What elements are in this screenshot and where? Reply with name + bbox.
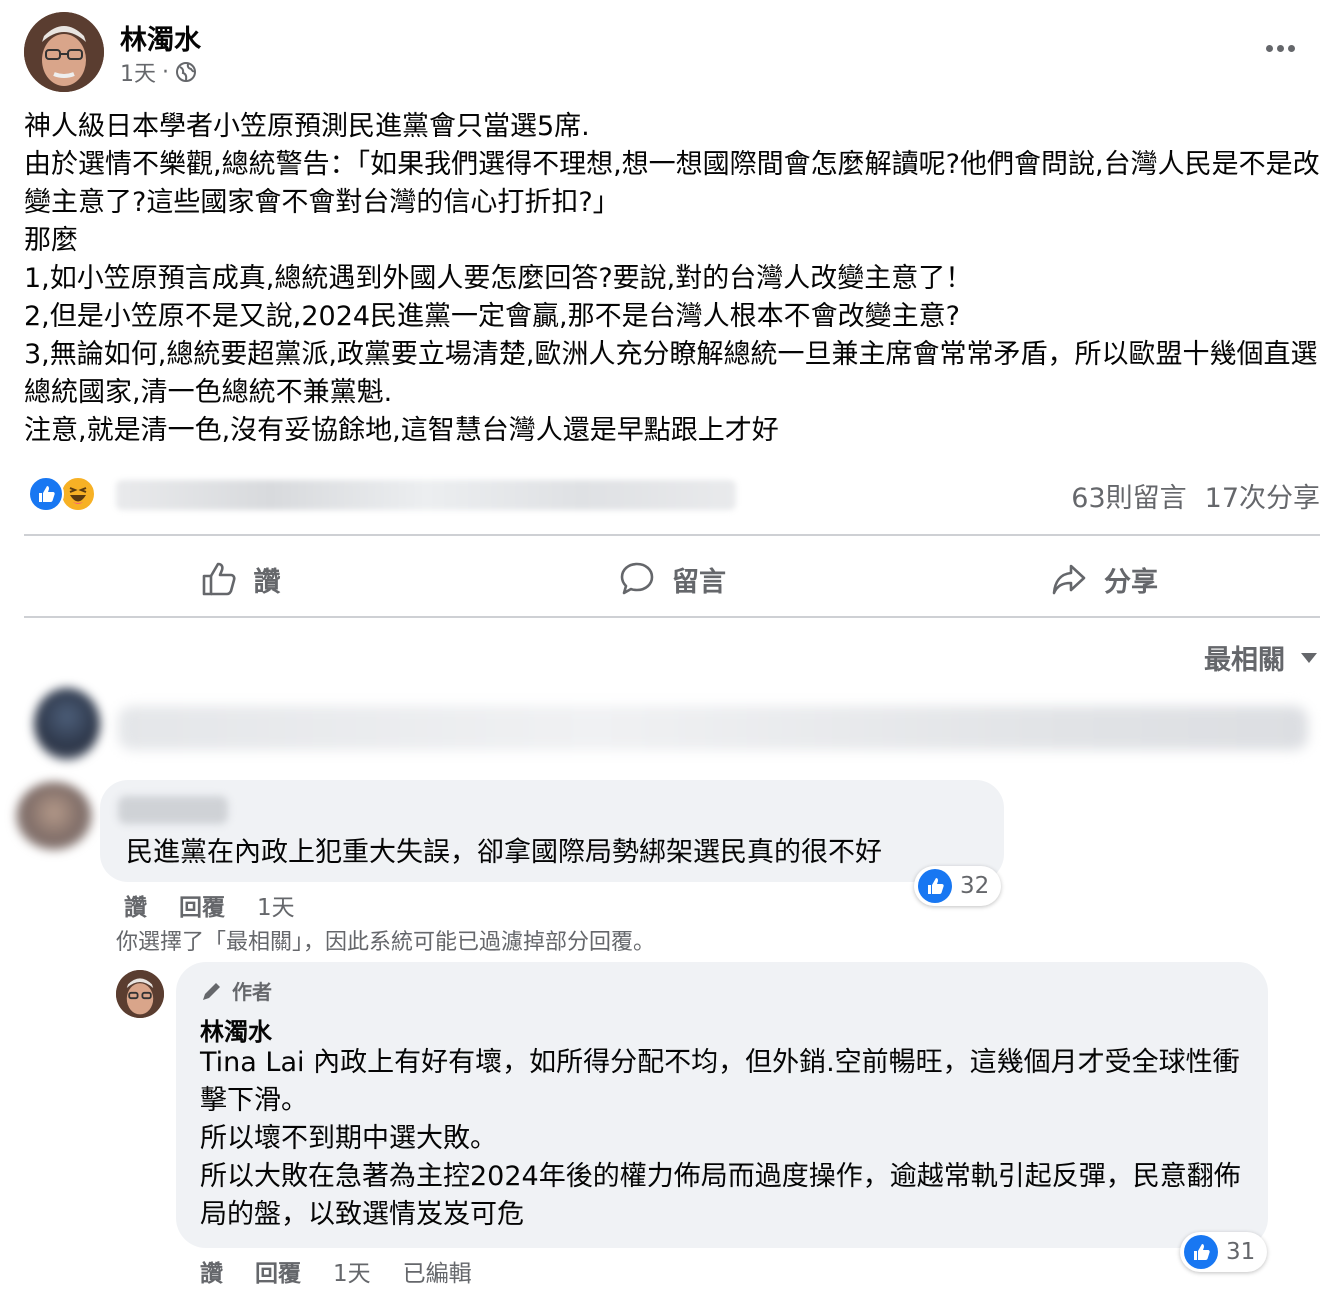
pencil-icon	[203, 982, 220, 1000]
sort-label: 最相關	[1204, 645, 1285, 676]
reply-line: 所以大敗在急著為主控2024年後的權力佈局而過度操作，逾越常軌引起反彈，民意翻佈…	[200, 1161, 1241, 1230]
reaction-icons[interactable]	[28, 476, 96, 512]
post-line: 注意,就是清一色,沒有妥協餘地,這智慧台灣人還是早點跟上才好	[24, 415, 779, 446]
dot	[1265, 44, 1273, 52]
like-reaction-icon	[918, 869, 952, 903]
author-badge: 作者	[200, 976, 272, 1005]
divider	[24, 534, 1320, 536]
meta-separator: ·	[162, 59, 169, 85]
comment-reply-button[interactable]: 回覆	[179, 888, 225, 922]
more-options-button[interactable]	[1260, 34, 1300, 62]
share-arrow-icon	[1052, 564, 1086, 595]
commenter-avatar-blurred[interactable]	[16, 782, 92, 850]
reply-reply-button[interactable]: 回覆	[255, 1254, 301, 1288]
comment-like-count[interactable]: 32	[914, 866, 1002, 906]
comment-label: 留言	[672, 566, 726, 598]
reaction-names-blurred	[116, 480, 736, 510]
engagement-counts: 63則留言 17次分享	[1071, 476, 1320, 515]
like-count: 31	[1226, 1239, 1256, 1265]
comment-button[interactable]: 留言	[456, 548, 888, 610]
share-button[interactable]: 分享	[888, 548, 1320, 610]
reply: 作者 林濁水 Tina Lai 內政上有好有壞，如所得分配不均，但外銷.空前暢旺…	[116, 962, 1276, 1282]
reactions-bar: 63則留言 17次分享	[24, 474, 1320, 514]
reply-text: Tina Lai 內政上有好有壞，如所得分配不均，但外銷.空前暢旺，這幾個月才受…	[200, 1044, 1250, 1234]
reply-line: 所以壞不到期中選大敗。	[200, 1123, 497, 1154]
post-line: 由於選情不樂觀,總統警告：「如果我們選得不理想,想一想國際間會怎麼解讀呢?他們會…	[24, 149, 1320, 218]
reply-author-name[interactable]: 林濁水	[200, 1012, 272, 1047]
like-reaction-icon	[1184, 1235, 1218, 1269]
reply-line: Tina Lai 內政上有好有壞，如所得分配不均，但外銷.空前暢旺，這幾個月才受…	[200, 1047, 1240, 1116]
like-label: 讚	[253, 566, 281, 598]
filter-note: 你選擇了「最相關」，因此系統可能已過濾掉部分回覆。	[116, 930, 656, 955]
post-meta: 1天 ·	[120, 56, 197, 88]
comment-bubble: 民進黨在內政上犯重大失誤，卻拿國際局勢綁架選民真的很不好	[100, 780, 1004, 882]
thumbs-up-icon	[202, 562, 236, 596]
reply-like-button[interactable]: 讚	[200, 1254, 223, 1288]
comment-time[interactable]: 1天	[257, 888, 295, 922]
divider	[24, 616, 1320, 618]
blurred-comment	[20, 684, 1320, 768]
like-button[interactable]: 讚	[24, 548, 456, 610]
action-bar: 讚 留言 分享	[24, 548, 1320, 610]
author-avatar[interactable]	[24, 12, 104, 92]
edited-label[interactable]: 已編輯	[403, 1254, 472, 1288]
comment-like-button[interactable]: 讚	[124, 888, 147, 922]
reply-bubble: 作者 林濁水 Tina Lai 內政上有好有壞，如所得分配不均，但外銷.空前暢旺…	[176, 962, 1268, 1248]
globe-icon	[176, 62, 196, 82]
post-line: 1,如小笠原預言成真,總統遇到外國人要怎麼回答?要說,對的台灣人改變主意了！	[24, 263, 973, 294]
reply-time[interactable]: 1天	[333, 1254, 371, 1288]
dot	[1287, 44, 1295, 52]
reply-like-count[interactable]: 31	[1180, 1232, 1268, 1272]
blurred-avatar	[34, 688, 100, 760]
author-name[interactable]: 林濁水	[120, 18, 201, 57]
shares-count[interactable]: 17次分享	[1205, 476, 1320, 515]
haha-reaction-icon	[60, 476, 96, 512]
like-reaction-icon	[28, 476, 64, 512]
post-line: 3,無論如何,總統要超黨派,政黨要立場清楚,歐洲人充分瞭解總統一旦兼主席會常常矛…	[24, 339, 1318, 408]
reply-actions: 讚 回覆 1天 已編輯	[200, 1254, 472, 1288]
comment-actions: 讚 回覆 1天	[124, 888, 295, 922]
caret-down-icon	[1301, 652, 1317, 663]
comment-bubble-icon	[620, 562, 654, 595]
comment-text: 民進黨在內政上犯重大失誤，卻拿國際局勢綁架選民真的很不好	[126, 837, 882, 868]
blurred-comment-content	[118, 706, 1308, 750]
share-label: 分享	[1104, 566, 1158, 598]
post-time[interactable]: 1天	[120, 56, 156, 88]
commenter-name-blurred[interactable]	[118, 796, 228, 824]
author-badge-label: 作者	[232, 980, 272, 1004]
like-count: 32	[960, 873, 990, 899]
reply-author-avatar[interactable]	[116, 970, 164, 1018]
dot	[1276, 44, 1284, 52]
post-line: 2,但是小笠原不是又說,2024民進黨一定會贏,那不是台灣人根本不會改變主意?	[24, 301, 960, 332]
post-line: 那麼	[24, 225, 78, 256]
post-line: 神人級日本學者小笠原預測民進黨會只當選5席.	[24, 111, 590, 142]
post-header: 林濁水 1天 ·	[24, 12, 1324, 92]
comments-count[interactable]: 63則留言	[1071, 476, 1186, 515]
post-text: 神人級日本學者小笠原預測民進黨會只當選5席. 由於選情不樂觀,總統警告：「如果我…	[24, 108, 1324, 450]
comment-sort-dropdown[interactable]: 最相關	[1204, 638, 1317, 677]
